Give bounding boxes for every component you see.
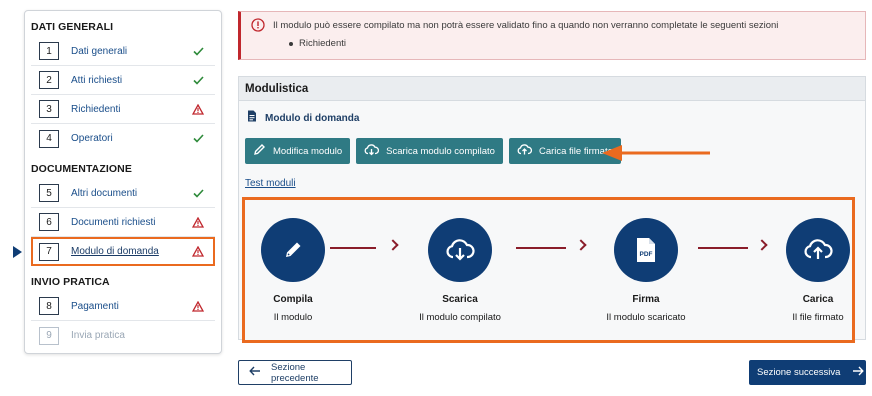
panel-subtitle: Modulo di domanda: [265, 112, 360, 124]
sidebar-section-invio-pratica: INVIO PRATICA 8 Pagamenti 9 Invia pratic…: [31, 274, 215, 350]
arrow-right-icon: [840, 366, 865, 379]
sidebar-item-label: Pagamenti: [71, 300, 119, 312]
step-number: 7: [39, 242, 59, 261]
check-icon: [189, 46, 207, 56]
download-form-label: Scarica modulo compilato: [386, 145, 495, 157]
step-scarica: Scarica Il modulo compilato: [400, 218, 520, 323]
step-number: 1: [39, 42, 59, 60]
cloud-upload-icon: [517, 143, 539, 159]
check-icon: [189, 134, 207, 143]
warning-icon: [189, 216, 207, 228]
previous-section-label: Sezione precedente: [271, 361, 319, 384]
cloud-upload-icon: [786, 218, 850, 282]
step-title: Scarica: [442, 294, 478, 305]
check-icon: [189, 188, 207, 198]
sidebar-item-atti-richiesti[interactable]: 2 Atti richiesti: [31, 66, 215, 95]
sidebar-item-label: Operatori: [71, 133, 113, 144]
step-number: 2: [39, 71, 59, 89]
active-marker-icon: [13, 246, 22, 258]
sidebar-item-label: Documenti richiesti: [71, 216, 156, 228]
process-steps: Compila Il modulo Scarica Il modulo comp…: [242, 197, 855, 343]
sidebar-item-label: Modulo di domanda: [71, 246, 159, 257]
step-number: 8: [39, 297, 59, 315]
step-subtitle: Il file firmato: [792, 312, 844, 323]
sidebar-item-label: Altri documenti: [71, 187, 138, 199]
cloud-download-icon: [364, 143, 386, 159]
warning-icon: [189, 103, 207, 115]
sidebar-item-label: Invia pratica: [71, 330, 125, 341]
check-icon: [189, 75, 207, 85]
warning-icon: [189, 246, 207, 257]
modulistica-panel: Modulistica Modulo di domanda Modifica m…: [238, 76, 866, 343]
cloud-download-icon: [428, 218, 492, 282]
sidebar-item-label: Dati generali: [71, 45, 128, 57]
panel-subtitle-row: Modulo di domanda: [247, 109, 359, 127]
sidebar-navigation: DATI GENERALI 1 Dati generali 2 Atti ric…: [13, 10, 222, 354]
sidebar-section-documentazione: DOCUMENTAZIONE 5 Altri documenti 6 Docum…: [13, 161, 215, 266]
step-compila: Compila Il modulo: [233, 218, 353, 323]
step-number: 5: [39, 184, 59, 202]
sidebar-item-altri-documenti[interactable]: 5 Altri documenti: [31, 179, 215, 208]
alert-list-label: Richiedenti: [299, 38, 346, 49]
sidebar-item-label: Richiedenti: [71, 103, 121, 115]
step-title: Carica: [802, 294, 834, 305]
step-carica: Carica Il file firmato: [758, 218, 872, 323]
alert-circle-icon: [251, 18, 265, 32]
step-number: 3: [39, 100, 59, 118]
step-subtitle: Il modulo: [273, 312, 313, 323]
warning-icon: [189, 300, 207, 312]
sidebar-item-operatori[interactable]: 4 Operatori: [31, 124, 215, 153]
sidebar-item-label: Atti richiesti: [71, 74, 123, 86]
pdf-icon: PDF: [614, 218, 678, 282]
alert-message: Il modulo può essere compilato ma non po…: [273, 19, 779, 31]
pencil-icon: [261, 218, 325, 282]
arrow-left-icon: [249, 366, 271, 379]
step-firma: PDF Firma Il modulo scaricato: [586, 218, 706, 323]
section-title: INVIO PRATICA: [31, 276, 110, 288]
sidebar-item-documenti-richiesti[interactable]: 6 Documenti richiesti: [31, 208, 215, 237]
sidebar-item-richiedenti[interactable]: 3 Richiedenti: [31, 95, 215, 124]
sidebar-item-invia-pratica: 9 Invia pratica: [31, 321, 215, 350]
step-number: 4: [39, 129, 59, 148]
svg-text:PDF: PDF: [640, 251, 653, 258]
step-title: Compila: [273, 294, 313, 305]
annotation-arrow-icon: [600, 143, 712, 168]
alert-list-item: Richiedenti: [251, 38, 857, 49]
sidebar-item-pagamenti[interactable]: 8 Pagamenti: [31, 292, 215, 321]
test-modules-link[interactable]: Test moduli: [245, 178, 296, 189]
step-number: 9: [39, 326, 59, 345]
page: DATI GENERALI 1 Dati generali 2 Atti ric…: [0, 0, 872, 396]
panel-title: Modulistica: [239, 77, 865, 101]
action-buttons: Modifica modulo Scarica modulo compilato…: [245, 138, 621, 164]
next-section-label: Sezione successiva: [757, 367, 841, 378]
step-subtitle: Il modulo scaricato: [606, 312, 686, 323]
sidebar-item-modulo-di-domanda[interactable]: 7 Modulo di domanda: [13, 237, 215, 266]
step-title: Firma: [632, 294, 660, 305]
sidebar-section-dati-generali: DATI GENERALI 1 Dati generali 2 Atti ric…: [31, 19, 215, 153]
step-subtitle: Il modulo compilato: [419, 312, 501, 323]
step-number: 6: [39, 213, 59, 231]
section-title: DATI GENERALI: [31, 21, 114, 33]
document-icon: [247, 109, 257, 127]
validation-alert: Il modulo può essere compilato ma non po…: [238, 11, 866, 60]
pencil-icon: [253, 143, 273, 159]
edit-form-label: Modifica modulo: [273, 145, 343, 157]
download-form-button[interactable]: Scarica modulo compilato: [356, 138, 503, 164]
previous-section-button[interactable]: Sezione precedente: [238, 360, 352, 385]
edit-form-button[interactable]: Modifica modulo: [245, 138, 351, 164]
section-title: DOCUMENTAZIONE: [31, 163, 132, 175]
next-section-button[interactable]: Sezione successiva: [749, 360, 866, 385]
sidebar-item-dati-generali[interactable]: 1 Dati generali: [31, 37, 215, 66]
